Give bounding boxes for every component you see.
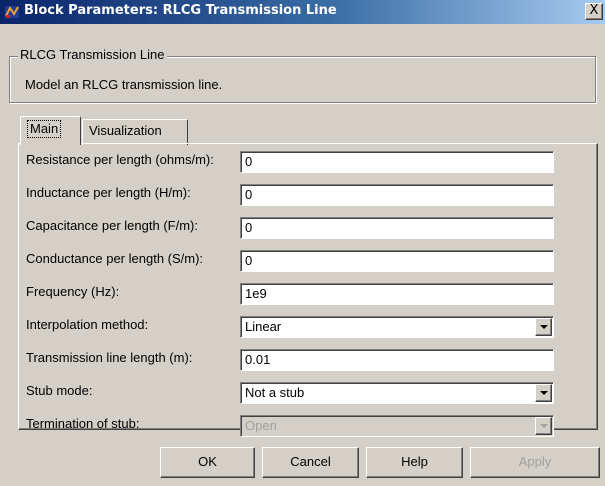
interpolation-dropdown[interactable]: Linear: [240, 316, 554, 338]
termination-dropdown: Open: [240, 415, 554, 437]
chevron-down-icon: [535, 417, 552, 435]
help-button[interactable]: Help: [366, 447, 463, 478]
apply-button: Apply: [470, 447, 600, 478]
inductance-value: 0: [245, 187, 253, 202]
block-description: Model an RLCG transmission line.: [25, 77, 223, 92]
chevron-down-icon[interactable]: [535, 318, 552, 336]
line-length-input[interactable]: 0.01: [240, 349, 554, 371]
conductance-value: 0: [245, 253, 253, 268]
group-legend: RLCG Transmission Line: [18, 47, 167, 63]
chevron-down-icon[interactable]: [535, 384, 552, 402]
termination-value: Open: [245, 418, 277, 433]
inductance-input[interactable]: 0: [240, 184, 554, 206]
tab-main[interactable]: Main: [20, 116, 81, 145]
tab-visualization-label: Visualization: [89, 123, 162, 138]
interpolation-value: Linear: [245, 319, 282, 334]
window-title: Block Parameters: RLCG Transmission Line: [24, 3, 337, 18]
cancel-button[interactable]: Cancel: [262, 447, 359, 478]
resistance-value: 0: [245, 154, 253, 169]
dialog-window: Block Parameters: RLCG Transmission Line…: [0, 0, 605, 486]
tab-main-label: Main: [27, 120, 62, 138]
title-bar[interactable]: Block Parameters: RLCG Transmission Line…: [0, 0, 605, 24]
conductance-input[interactable]: 0: [240, 250, 554, 272]
line-length-value: 0.01: [245, 352, 271, 367]
resistance-input[interactable]: 0: [240, 151, 554, 173]
simulink-block-icon: [5, 6, 19, 18]
capacitance-value: 0: [245, 220, 253, 235]
ok-button[interactable]: OK: [160, 447, 255, 478]
capacitance-input[interactable]: 0: [240, 217, 554, 239]
frequency-input[interactable]: 1e9: [240, 283, 554, 305]
close-button[interactable]: X: [585, 3, 603, 20]
frequency-value: 1e9: [245, 286, 267, 301]
tab-visualization[interactable]: Visualization: [82, 119, 188, 145]
stub-mode-dropdown[interactable]: Not a stub: [240, 382, 554, 404]
stub-mode-value: Not a stub: [245, 385, 305, 400]
